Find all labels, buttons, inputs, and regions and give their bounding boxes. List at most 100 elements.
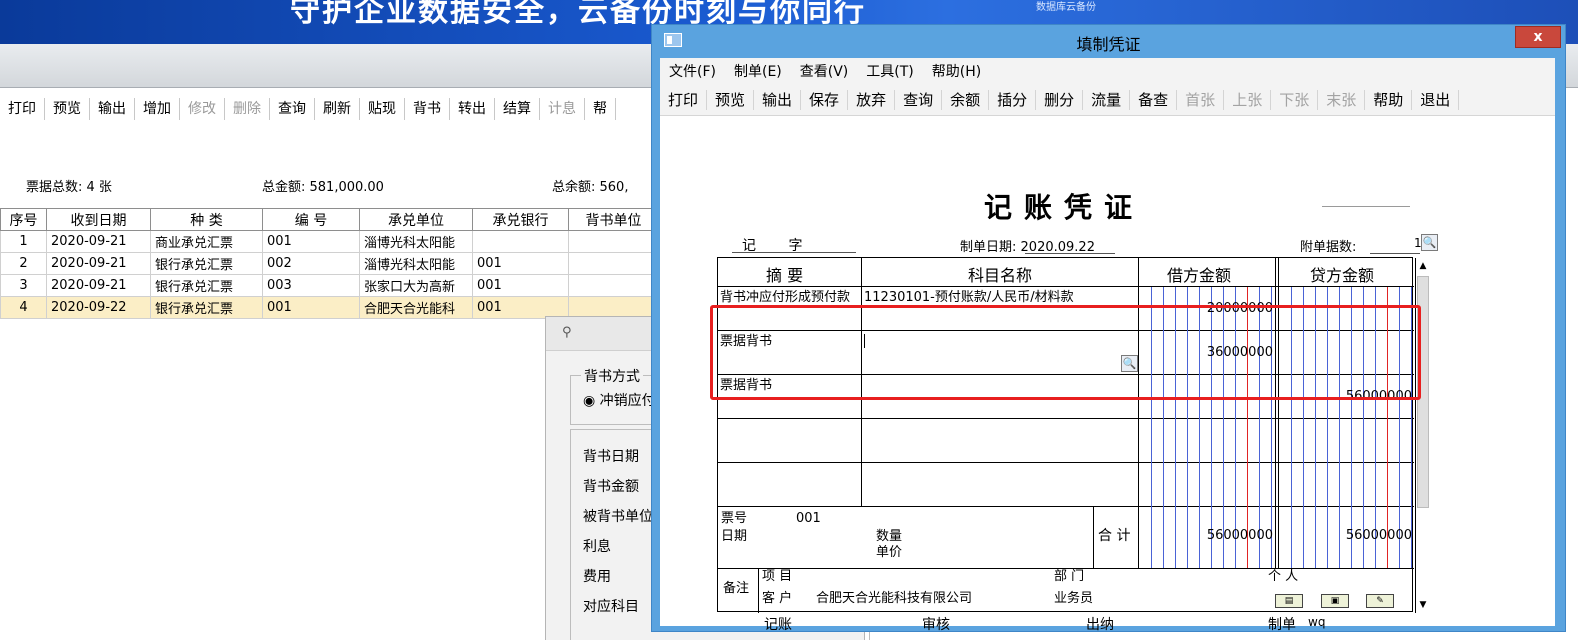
toolbar-button[interactable]: 查询 [270, 98, 315, 120]
toolbar-button[interactable]: 输出 [90, 98, 135, 120]
memo-edit-icon[interactable]: ✎ [1366, 594, 1394, 608]
table-cell: 001 [262, 296, 360, 319]
bill-toolbar: 打印 预览 输出 增加 修改 删除 查询 刷新 贴现 背书 转出 结算 计息帮 [0, 92, 616, 126]
voucher-window-titlebar[interactable]: 填制凭证 x [652, 25, 1565, 57]
table-cell: 2020-09-22 [46, 296, 151, 319]
toolbar-button[interactable]: 刷新 [315, 98, 360, 120]
memo-label: 备注 [723, 581, 750, 596]
toolbar-button[interactable]: 删除 [225, 98, 270, 120]
toolbar-button[interactable]: 结算 [495, 98, 540, 120]
toolbar-button[interactable]: 流量 [1083, 89, 1131, 110]
toolbar-button[interactable]: 备查 [1130, 89, 1178, 110]
total-credit: 56000000 [1345, 528, 1412, 543]
customer-label: 客 户 [762, 591, 793, 606]
voucher-window-title: 填制凭证 [1076, 35, 1141, 54]
total-label: 合 计 [1098, 528, 1131, 544]
total-debit: 56000000 [1206, 528, 1273, 543]
bill-no-label: 票号 [721, 511, 748, 526]
toolbar-button[interactable]: 上张 [1224, 89, 1272, 110]
scroll-down-icon[interactable]: ▼ [1416, 597, 1430, 613]
toolbar-button[interactable]: 余额 [942, 89, 990, 110]
column-header[interactable]: 编 号 [262, 208, 360, 231]
menu-item[interactable]: 查看(V) [791, 61, 858, 81]
entry-account[interactable]: 11230101-预付账款/人民币/材料款 [864, 291, 1074, 304]
endorse-method-label: 背书方式 [581, 366, 643, 386]
table-cell: 银行承兑汇票 [150, 252, 263, 275]
auditor-label: 审核 [922, 617, 950, 633]
memo-card-icon[interactable]: ▣ [1321, 594, 1349, 608]
credit-column-header: 贷方金额 [1310, 266, 1375, 285]
table-row[interactable]: 3 2020-09-21 银行承兑汇票 003 张家口大为高新 001 [0, 274, 659, 297]
toolbar-button[interactable]: 修改 [180, 98, 225, 120]
column-header[interactable]: 序号 [0, 208, 47, 231]
toolbar-button[interactable]: 帮 [585, 98, 616, 120]
menu-item[interactable]: 制单(E) [725, 61, 791, 81]
bill-no-value: 001 [796, 511, 821, 526]
total-balance: 总余额: 560, [552, 180, 629, 195]
toolbar-button[interactable]: 删分 [1036, 89, 1084, 110]
table-row[interactable]: 1 2020-09-21 商业承兑汇票 001 淄博光科太阳能 [0, 230, 659, 253]
maker-value: wq [1308, 615, 1326, 629]
customer-value[interactable]: 合肥天合光能科技有限公司 [816, 592, 972, 605]
table-cell: 3 [0, 274, 47, 297]
grid-line [718, 462, 1414, 463]
quantity-label: 数量 [876, 529, 903, 544]
close-button[interactable]: x [1515, 26, 1561, 48]
summary-column-header: 摘 要 [766, 266, 804, 285]
toolbar-button[interactable]: 转出 [450, 98, 495, 120]
menu-item[interactable]: 工具(T) [857, 61, 922, 81]
table-cell: 001 [262, 230, 360, 253]
table-cell: 001 [472, 274, 569, 297]
toolbar-button[interactable]: 打印 [0, 98, 45, 120]
dialog-field-label: 费用 [583, 569, 611, 585]
toolbar-button[interactable]: 计息 [540, 98, 585, 120]
column-header[interactable]: 种 类 [150, 208, 263, 231]
table-cell: 银行承兑汇票 [150, 296, 263, 319]
toolbar-button[interactable]: 退出 [1412, 89, 1460, 110]
dialog-field-label: 利息 [583, 539, 611, 555]
column-header[interactable]: 收到日期 [46, 208, 151, 231]
table-cell: 商业承兑汇票 [150, 230, 263, 253]
toolbar-button[interactable]: 预览 [707, 89, 755, 110]
column-header[interactable]: 承兑单位 [359, 208, 473, 231]
table-cell [568, 230, 659, 253]
toolbar-button[interactable]: 背书 [405, 98, 450, 120]
toolbar-button[interactable]: 放弃 [848, 89, 896, 110]
entry-summary[interactable]: 背书冲应付形成预付款 [720, 291, 858, 304]
attachment-underline [1370, 253, 1420, 254]
toolbar-button[interactable]: 帮助 [1365, 89, 1413, 110]
toolbar-button[interactable]: 贴现 [360, 98, 405, 120]
offset-payable-radio[interactable]: ◉ 冲销应付 [583, 390, 656, 410]
highlight-box [710, 305, 1421, 400]
person-label: 个 人 [1268, 569, 1299, 584]
menu-item[interactable]: 文件(F) [660, 61, 725, 81]
toolbar-button[interactable]: 查询 [895, 89, 943, 110]
voucher-heading: 记账凭证 [984, 191, 1145, 224]
department-label: 部 门 [1054, 569, 1085, 584]
attachment-label: 附单据数: [1300, 240, 1357, 255]
table-cell: 2020-09-21 [46, 252, 151, 275]
dialog-field-label: 背书金额 [583, 479, 639, 495]
toolbar-button[interactable]: 输出 [754, 89, 802, 110]
cashier-label: 出纳 [1086, 617, 1114, 633]
table-cell: 4 [0, 296, 47, 319]
grid-line [718, 286, 1414, 287]
menu-item[interactable]: 帮助(H) [923, 61, 990, 81]
maker-label: 制单 [1268, 617, 1296, 633]
memo-tool-icon[interactable]: ▤ [1275, 594, 1303, 608]
toolbar-button[interactable]: 末张 [1318, 89, 1366, 110]
column-header[interactable]: 承兑银行 [472, 208, 569, 231]
toolbar-button[interactable]: 预览 [45, 98, 90, 120]
toolbar-button[interactable]: 首张 [1177, 89, 1225, 110]
grid-line [718, 418, 1414, 419]
scroll-up-icon[interactable]: ▲ [1416, 258, 1430, 274]
table-cell: 002 [262, 252, 360, 275]
toolbar-button[interactable]: 插分 [989, 89, 1037, 110]
attachment-lookup-icon[interactable]: 🔍 [1421, 234, 1438, 251]
table-row[interactable]: 2 2020-09-21 银行承兑汇票 002 淄博光科太阳能 001 [0, 252, 659, 275]
toolbar-button[interactable]: 保存 [801, 89, 849, 110]
column-header[interactable]: 背书单位 [568, 208, 659, 231]
toolbar-button[interactable]: 打印 [660, 89, 708, 110]
toolbar-button[interactable]: 下张 [1271, 89, 1319, 110]
toolbar-button[interactable]: 增加 [135, 98, 180, 120]
